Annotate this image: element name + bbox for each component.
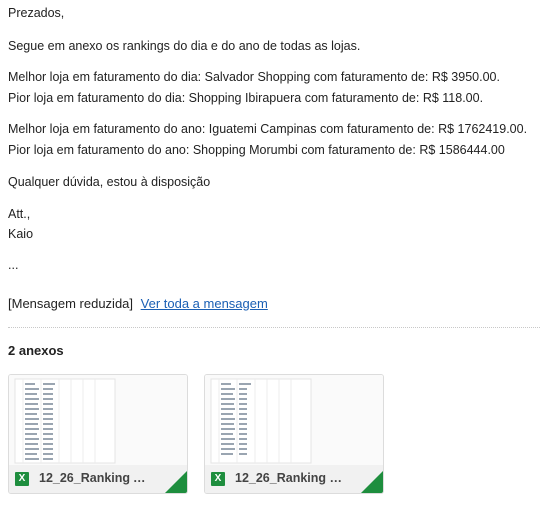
excel-icon: X	[15, 472, 29, 486]
attachment-thumbnail	[9, 375, 187, 465]
corner-fold-icon	[165, 471, 187, 493]
attachments-title: 2 anexos	[8, 343, 64, 358]
corner-fold-icon	[361, 471, 383, 493]
worst-day-text: Pior loja em faturamento do dia: Shoppin…	[8, 91, 484, 105]
spreadsheet-preview	[14, 378, 116, 464]
ellipsis-text: ...	[8, 258, 19, 272]
attachment-filename: 12_26_Ranking An...	[39, 471, 149, 485]
truncation-label: [Mensagem reduzida]	[8, 296, 134, 311]
worst-year-text: Pior loja em faturamento do ano: Shoppin…	[8, 143, 505, 157]
attachment-card[interactable]: X 12_26_Ranking An...	[8, 374, 188, 494]
attachment-footer: X 12_26_Ranking An...	[9, 465, 187, 493]
best-year-text: Melhor loja em faturamento do ano: Iguat…	[8, 122, 528, 136]
attachment-footer: X 12_26_Ranking Dia...	[205, 465, 383, 493]
spreadsheet-preview	[210, 378, 312, 464]
closing-text: Qualquer dúvida, estou à disposição	[8, 175, 211, 189]
attachment-filename: 12_26_Ranking Dia...	[235, 471, 345, 485]
attachment-thumbnail	[205, 375, 383, 465]
signature-text: Kaio	[8, 227, 34, 241]
divider	[8, 327, 540, 328]
best-day-text: Melhor loja em faturamento do dia: Salva…	[8, 70, 500, 84]
view-full-message-link[interactable]: Ver toda a mensagem	[141, 296, 268, 311]
intro-text: Segue em anexo os rankings do dia e do a…	[8, 39, 361, 53]
greeting-text: Prezados,	[8, 6, 65, 20]
signoff-text: Att.,	[8, 207, 31, 221]
attachment-card[interactable]: X 12_26_Ranking Dia...	[204, 374, 384, 494]
truncation-notice: [Mensagem reduzida] Ver toda a mensagem	[8, 296, 268, 311]
excel-icon: X	[211, 472, 225, 486]
